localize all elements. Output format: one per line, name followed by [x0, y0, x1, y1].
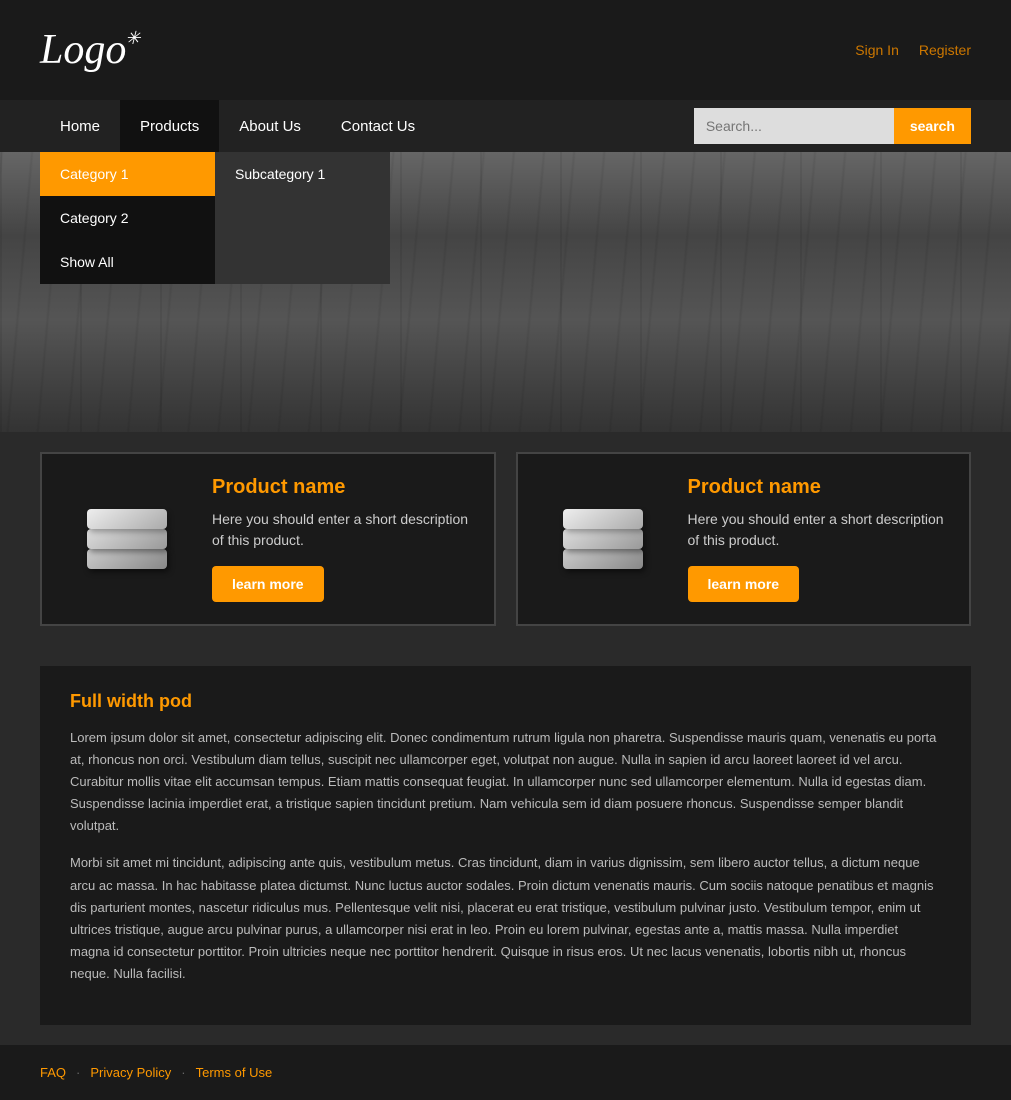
search-input[interactable]: [694, 108, 894, 144]
dropdown-menu: Category 1 Category 2 Show All Subcatego…: [40, 152, 390, 284]
register-link[interactable]: Register: [919, 42, 971, 58]
product-name-1: Product name: [212, 476, 474, 499]
header-auth: Sign In Register: [855, 42, 971, 58]
product-icon-2: [538, 474, 668, 604]
stack-icon-2: [558, 494, 648, 584]
nav-items: Home Products About Us Contact Us: [40, 100, 694, 152]
nav-item-contact[interactable]: Contact Us: [321, 100, 435, 152]
stack-icon-1: [82, 494, 172, 584]
products-section: Product name Here you should enter a sho…: [0, 432, 1011, 646]
stack-layer-4: [563, 509, 643, 529]
learn-more-button-1[interactable]: learn more: [212, 566, 324, 602]
product-desc-2: Here you should enter a short descriptio…: [688, 509, 950, 551]
nav-item-about[interactable]: About Us: [219, 100, 321, 152]
site-header: Logo✳ Sign In Register: [0, 0, 1011, 100]
pod-paragraph-1: Lorem ipsum dolor sit amet, consectetur …: [70, 727, 941, 837]
product-desc-1: Here you should enter a short descriptio…: [212, 509, 474, 551]
stack-layer-6: [563, 549, 643, 569]
logo-star-icon: ✳: [125, 28, 140, 49]
full-width-pod: Full width pod Lorem ipsum dolor sit ame…: [40, 666, 971, 1025]
pod-title: Full width pod: [70, 691, 941, 712]
main-nav: Home Products About Us Contact Us search…: [0, 100, 1011, 152]
dropdown-categories: Category 1 Category 2 Show All: [40, 152, 215, 284]
product-icon-1: [62, 474, 192, 604]
footer-terms-link[interactable]: Terms of Use: [196, 1065, 273, 1080]
logo: Logo✳: [40, 26, 126, 74]
dropdown-show-all[interactable]: Show All: [40, 240, 215, 284]
nav-item-home[interactable]: Home: [40, 100, 120, 152]
stack-layer-3: [87, 549, 167, 569]
product-info-2: Product name Here you should enter a sho…: [688, 476, 950, 602]
dropdown-category-1[interactable]: Category 1: [40, 152, 215, 196]
pod-paragraph-2: Morbi sit amet mi tincidunt, adipiscing …: [70, 852, 941, 985]
dropdown-subcategory-1[interactable]: Subcategory 1: [215, 152, 390, 196]
footer-sep-1: ·: [76, 1065, 80, 1080]
dropdown-subcategories: Subcategory 1: [215, 152, 390, 284]
stack-layer-5: [563, 529, 643, 549]
sign-in-link[interactable]: Sign In: [855, 42, 899, 58]
product-card-2: Product name Here you should enter a sho…: [516, 452, 972, 626]
nav-item-products[interactable]: Products: [120, 100, 219, 152]
logo-text: Logo: [40, 27, 126, 73]
dropdown-category-2[interactable]: Category 2: [40, 196, 215, 240]
site-footer: FAQ · Privacy Policy · Terms of Use: [0, 1045, 1011, 1100]
product-name-2: Product name: [688, 476, 950, 499]
nav-search: search: [694, 108, 971, 144]
product-card-1: Product name Here you should enter a sho…: [40, 452, 496, 626]
search-button[interactable]: search: [894, 108, 971, 144]
product-info-1: Product name Here you should enter a sho…: [212, 476, 474, 602]
stack-layer-2: [87, 529, 167, 549]
stack-layer-1: [87, 509, 167, 529]
footer-sep-2: ·: [181, 1065, 185, 1080]
learn-more-button-2[interactable]: learn more: [688, 566, 800, 602]
footer-privacy-link[interactable]: Privacy Policy: [90, 1065, 171, 1080]
footer-faq-link[interactable]: FAQ: [40, 1065, 66, 1080]
